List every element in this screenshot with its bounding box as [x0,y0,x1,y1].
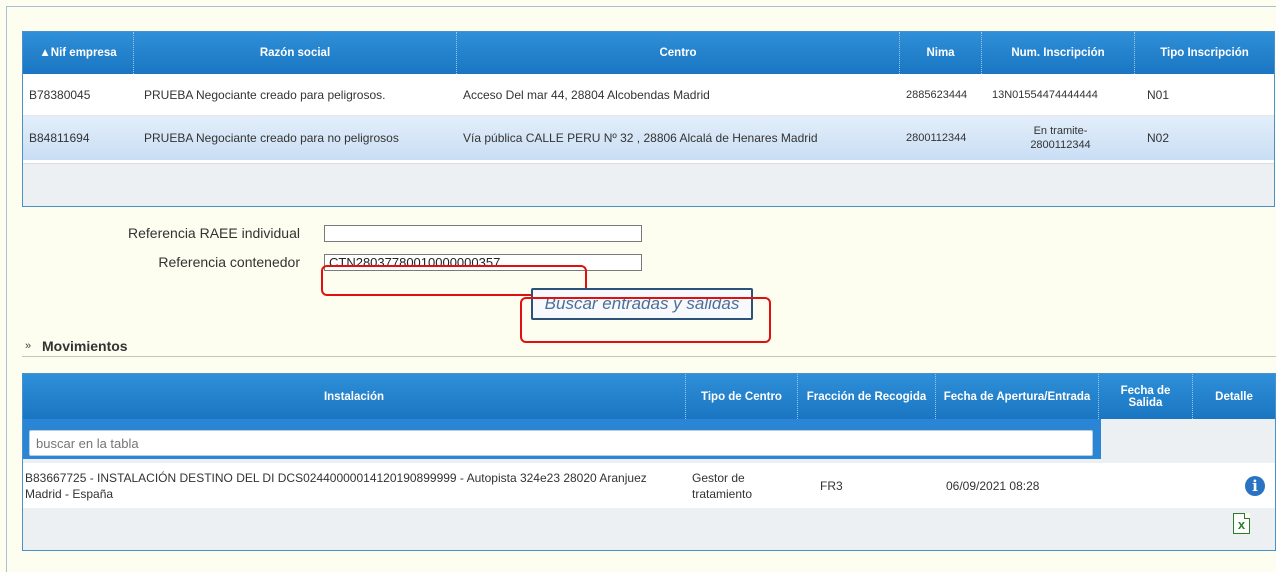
filter-bar [23,419,1101,459]
cell-nima: 2885623444 [906,88,968,101]
col-detalle[interactable]: Detalle [1193,374,1275,419]
col-num-inscripcion[interactable]: Num. Inscripción [982,32,1135,74]
cell-fecha-entrada: 06/09/2021 08:28 [946,478,1040,493]
col-nima[interactable]: Nima [900,32,982,74]
cell-centro: Acceso Del mar 44, 28804 Alcobendas Madr… [463,87,710,102]
table-search-input[interactable] [29,430,1093,456]
double-chevron-right-icon: » [25,340,32,352]
ref-contenedor-label: Referencia contenedor [158,254,300,270]
cell-tipo: N01 [1147,87,1170,102]
cell-detalle: i [1193,475,1275,496]
col-tipo-inscripcion[interactable]: Tipo Inscripción [1135,32,1274,74]
table-row[interactable]: B84811694 PRUEBA Negociante creado para … [23,116,1274,160]
col-razon-social[interactable]: Razón social [134,32,457,74]
cell-tipo: N02 [1147,131,1170,145]
col-centro[interactable]: Centro [457,32,900,74]
ref-raee-label: Referencia RAEE individual [128,225,300,241]
cell-nima: 2800112344 [906,132,967,144]
section-title: Movimientos [42,338,128,354]
cell-razon: PRUEBA Negociante creado para no peligro… [144,131,399,145]
col-fecha-apertura[interactable]: Fecha de Apertura/Entrada [936,374,1099,419]
highlight-search-button [520,297,771,343]
empresas-grid-header: ▲Nif empresa Razón social Centro Nima Nu… [23,32,1274,74]
cell-nif: B78380045 [29,87,91,102]
col-instalacion[interactable]: Instalación [23,374,686,419]
movimientos-grid-header: Instalación Tipo de Centro Fracción de R… [23,374,1275,419]
col-nif-empresa[interactable]: ▲Nif empresa [23,32,134,74]
cell-razon: PRUEBA Negociante creado para peligrosos… [144,87,386,102]
movimientos-section-header[interactable]: » Movimientos [22,338,1276,357]
cell-num: En tramite- 2800112344 [1030,125,1091,151]
cell-tipo-centro: Gestor de tratamiento [692,470,753,501]
table-row[interactable]: B78380045 PRUEBA Negociante creado para … [23,74,1274,116]
cell-fraccion: FR3 [820,478,843,493]
info-icon[interactable]: i [1245,475,1265,496]
cell-instalacion: B83667725 - INSTALACIÓN DESTINO DEL DI D… [25,470,647,501]
excel-export-icon[interactable]: x [1233,513,1250,534]
col-fecha-salida[interactable]: Fecha de Salida [1099,374,1193,419]
col-tipo-centro[interactable]: Tipo de Centro [686,374,798,419]
cell-centro: Vía pública CALLE PERU Nº 32 , 28806 Alc… [463,131,818,145]
table-row[interactable]: B83667725 - INSTALACIÓN DESTINO DEL DI D… [23,463,1275,508]
movimientos-grid: Instalación Tipo de Centro Fracción de R… [22,373,1276,551]
empresas-grid-footer [23,163,1274,206]
cell-num: 13N01554474444444 [992,88,1098,101]
empresas-grid: ▲Nif empresa Razón social Centro Nima Nu… [22,31,1275,207]
ref-raee-input[interactable] [324,225,642,242]
col-fraccion-recogida[interactable]: Fracción de Recogida [798,374,936,419]
cell-nif: B84811694 [29,131,90,145]
